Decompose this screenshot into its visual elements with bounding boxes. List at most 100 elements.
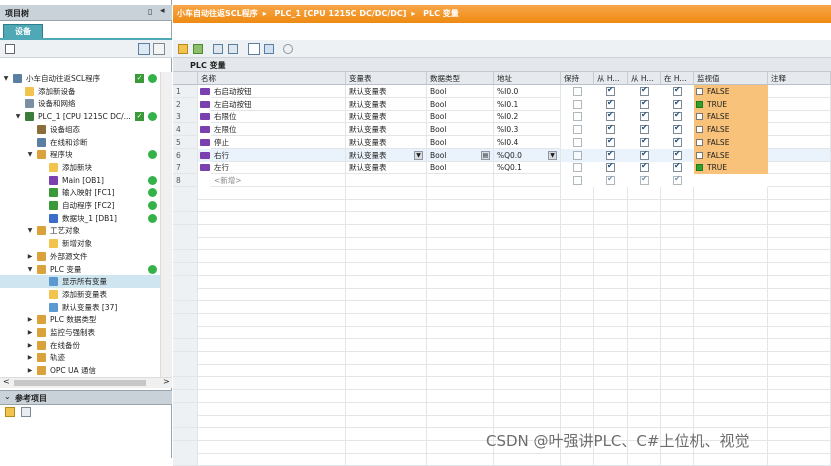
row-number[interactable]: 6 xyxy=(173,148,198,162)
insert-row-icon[interactable] xyxy=(193,44,203,54)
hmi-checkbox[interactable] xyxy=(673,85,682,96)
row-number[interactable]: 7 xyxy=(173,161,198,175)
hmi-checkbox[interactable] xyxy=(673,136,682,147)
column-header[interactable]: 变量表 xyxy=(346,72,427,85)
cell-name[interactable]: 右限位 xyxy=(211,110,346,124)
cell-addr[interactable]: %I0.3 xyxy=(494,123,561,137)
cell-name[interactable]: 右行 xyxy=(211,148,346,162)
cell-addr[interactable] xyxy=(494,173,561,187)
retain-checkbox[interactable] xyxy=(573,137,582,147)
column-header[interactable]: 从 H... xyxy=(628,72,661,85)
breadcrumb-plc[interactable]: PLC_1 [CPU 1215C DC/DC/DC] xyxy=(275,9,407,18)
tree-item[interactable]: 添加新块 xyxy=(0,161,160,174)
tree-item[interactable]: ▶ 外部源文件 xyxy=(0,250,160,263)
retain-checkbox[interactable] xyxy=(573,175,582,185)
tree-item[interactable]: ▼ PLC 变量 xyxy=(0,263,160,276)
tree-item[interactable]: ▼ 工艺对象 xyxy=(0,224,160,237)
scroll-left-icon[interactable]: < xyxy=(3,377,10,386)
expanded-arrow-icon[interactable]: ▼ xyxy=(2,72,10,85)
hmi-checkbox[interactable] xyxy=(673,149,682,160)
hmi-checkbox[interactable] xyxy=(606,98,615,109)
column-header[interactable]: 保持 xyxy=(561,72,594,85)
column-header[interactable]: 地址 xyxy=(494,72,561,85)
retain-checkbox[interactable] xyxy=(573,99,582,109)
hmi-checkbox[interactable] xyxy=(640,123,649,135)
snapshot-icon[interactable] xyxy=(264,44,274,54)
cell-addr[interactable]: %I0.0 xyxy=(494,85,561,98)
cell-type[interactable]: Bool xyxy=(427,85,494,98)
import-icon[interactable] xyxy=(228,44,238,54)
scroll-thumb[interactable] xyxy=(14,380,146,386)
tree-item[interactable]: ▶ 轨迹 xyxy=(0,351,160,364)
tree-item[interactable]: 显示所有变量 xyxy=(0,275,160,289)
tab-devices[interactable]: 设备 xyxy=(3,24,43,38)
tree-item[interactable]: 添加新变量表 xyxy=(0,288,160,301)
cell-name[interactable]: 左行 xyxy=(211,161,346,175)
hmi-checkbox[interactable] xyxy=(673,174,682,185)
hmi-checkbox[interactable] xyxy=(606,149,615,160)
overview-icon[interactable] xyxy=(153,43,165,55)
cell-comment[interactable] xyxy=(768,148,831,162)
cell-type[interactable]: Bool xyxy=(427,110,494,124)
pin-icon[interactable]: ▯ xyxy=(148,7,152,16)
cell-name[interactable]: 右启动按钮 xyxy=(211,85,346,98)
table-row[interactable]: 4 左限位默认变量表Bool%I0.3 FALSE xyxy=(173,123,831,137)
open-folder-icon[interactable] xyxy=(5,407,15,417)
cell-table[interactable]: 默认变量表 xyxy=(346,97,427,111)
tree-item[interactable]: 默认变量表 [37] xyxy=(0,301,160,314)
hmi-checkbox[interactable] xyxy=(606,161,615,173)
collapsed-arrow-icon[interactable]: ▶ xyxy=(26,351,34,364)
table-row[interactable]: 3 右限位默认变量表Bool%I0.2 FALSE xyxy=(173,110,831,124)
expanded-arrow-icon[interactable]: ▼ xyxy=(26,148,34,161)
details-view-icon[interactable] xyxy=(138,43,150,55)
retain-checkbox[interactable] xyxy=(573,125,582,135)
table-dropdown-button[interactable]: ▼ xyxy=(414,150,423,160)
tree-horizontal-scrollbar[interactable]: < > xyxy=(0,377,172,388)
hmi-checkbox[interactable] xyxy=(640,136,649,147)
collapsed-arrow-icon[interactable]: ▶ xyxy=(26,313,34,326)
cell-addr[interactable]: %I0.2 xyxy=(494,110,561,124)
cell-name[interactable]: <新增> xyxy=(211,173,346,187)
users-icon[interactable] xyxy=(283,44,293,54)
tree-item[interactable]: 自动程序 [FC2] xyxy=(0,199,160,212)
hmi-checkbox[interactable] xyxy=(606,85,615,96)
column-header[interactable]: 注释 xyxy=(768,72,831,85)
row-number[interactable]: 1 xyxy=(173,85,198,98)
hmi-checkbox[interactable] xyxy=(640,110,649,122)
hmi-checkbox[interactable] xyxy=(606,123,615,135)
expanded-arrow-icon[interactable]: ▼ xyxy=(26,224,34,237)
expanded-arrow-icon[interactable]: ▼ xyxy=(26,263,34,276)
hmi-checkbox[interactable] xyxy=(640,98,649,109)
device-view-icon[interactable] xyxy=(5,44,15,54)
column-header[interactable]: 监视值 xyxy=(694,72,768,85)
hmi-checkbox[interactable] xyxy=(606,174,615,185)
cell-table[interactable]: 默认变量表 xyxy=(346,85,427,98)
cell-addr[interactable]: %Q0.1 xyxy=(494,161,561,175)
tree-item[interactable]: ▶ OPC UA 通信 xyxy=(0,364,160,377)
cell-comment[interactable] xyxy=(768,123,831,137)
cell-type[interactable]: Bool xyxy=(427,161,494,175)
column-header[interactable]: 名称 xyxy=(198,72,346,85)
hmi-checkbox[interactable] xyxy=(640,85,649,96)
hmi-checkbox[interactable] xyxy=(673,161,682,173)
cell-type[interactable] xyxy=(427,173,494,187)
reference-projects-header[interactable]: ⌄ 参考项目 xyxy=(0,390,172,405)
add-tag-icon[interactable] xyxy=(178,44,188,54)
cell-comment[interactable] xyxy=(768,97,831,111)
row-number[interactable]: 5 xyxy=(173,135,198,149)
cell-table[interactable]: 默认变量表 xyxy=(346,110,427,124)
tree-item[interactable]: 新增对象 xyxy=(0,237,160,250)
collapsed-arrow-icon[interactable]: ▶ xyxy=(26,250,34,263)
close-project-icon[interactable] xyxy=(21,407,31,417)
tree-item[interactable]: ▶ 监控与强制表 xyxy=(0,326,160,339)
cell-comment[interactable] xyxy=(768,173,831,187)
export-icon[interactable] xyxy=(213,44,223,54)
hmi-checkbox[interactable] xyxy=(606,136,615,147)
row-number[interactable]: 3 xyxy=(173,110,198,124)
scroll-right-icon[interactable]: > xyxy=(163,377,170,386)
cell-table[interactable]: 默认变量表 xyxy=(346,135,427,149)
hmi-checkbox[interactable] xyxy=(673,110,682,122)
hmi-checkbox[interactable] xyxy=(640,161,649,173)
cell-type[interactable]: Bool xyxy=(427,135,494,149)
column-header[interactable]: 数据类型 xyxy=(427,72,494,85)
